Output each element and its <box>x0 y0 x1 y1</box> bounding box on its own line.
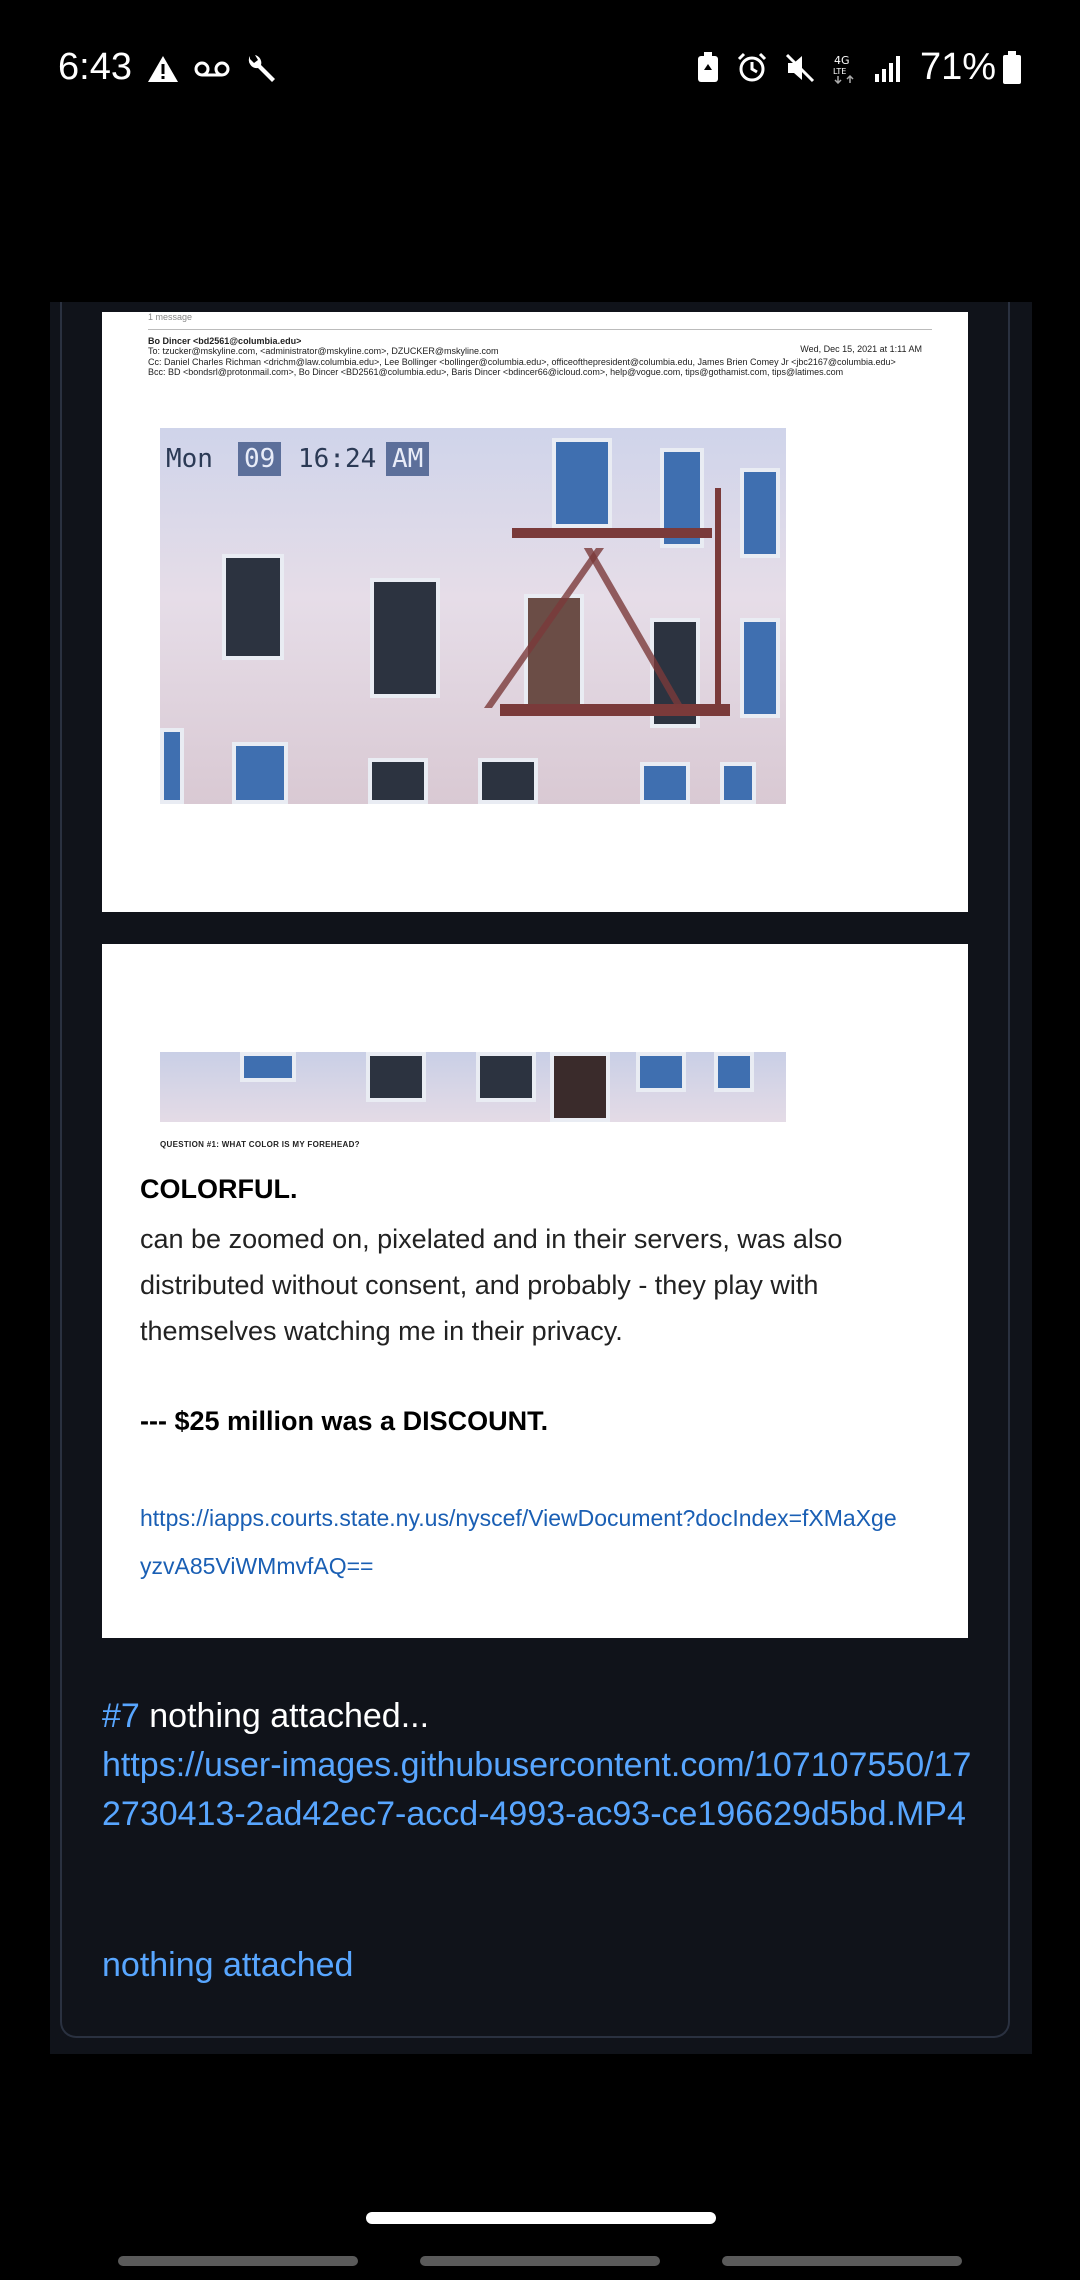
email-screenshot-page: 1 message Bo Dincer <bd2561@columbia.edu… <box>102 312 968 912</box>
nav-tab-right[interactable] <box>722 2256 962 2266</box>
signal-icon <box>875 56 900 82</box>
4g-lte-icon: 4GLTE <box>833 54 854 84</box>
clock: 6:43 <box>58 46 132 88</box>
battery-icon <box>1003 50 1021 84</box>
photo-day: Mon <box>166 444 213 474</box>
attachment-url-link[interactable]: https://user-images.githubusercontent.co… <box>102 1746 971 1833</box>
svg-text:LTE: LTE <box>833 67 846 76</box>
voicemail-icon <box>194 61 230 77</box>
divider <box>148 328 932 330</box>
email-date: Wed, Dec 15, 2021 at 1:11 AM <box>800 344 922 354</box>
nav-tab-left[interactable] <box>118 2256 358 2266</box>
status-left-icons <box>146 52 278 86</box>
email-header: 1 message Bo Dincer <bd2561@columbia.edu… <box>148 312 932 378</box>
battery-status: 71% <box>920 46 1022 89</box>
photo-ampm: AM <box>386 442 430 476</box>
discount-line: --- $25 million was a DISCOUNT. <box>140 1406 549 1436</box>
question-label: QUESTION #1: WHAT COLOR IS MY FOREHEAD? <box>160 1140 360 1149</box>
nothing-attached-link[interactable]: nothing attached <box>102 1946 353 1985</box>
warning-icon <box>148 56 178 82</box>
status-bar: 6:43 4G LTE 71% <box>0 0 1080 140</box>
battery-saver-icon <box>698 52 718 82</box>
home-gesture-bar[interactable] <box>366 2212 716 2224</box>
svg-text:4G: 4G <box>834 54 850 67</box>
photo-date: 09 <box>238 442 282 476</box>
court-document-link[interactable]: https://iapps.courts.state.ny.us/nyscef/… <box>140 1494 900 1590</box>
answer-body: can be zoomed on, pixelated and in their… <box>140 1224 843 1346</box>
document-page: QUESTION #1: WHAT COLOR IS MY FOREHEAD? … <box>102 944 968 1638</box>
nav-tab-center[interactable] <box>420 2256 660 2266</box>
email-cc: Cc: Daniel Charles Richman <drichm@law.c… <box>148 356 896 367</box>
battery-percent: 71% <box>919 46 996 88</box>
wrench-icon <box>248 55 275 82</box>
answer-heading: COLORFUL. <box>140 1174 298 1204</box>
comment-number-link[interactable]: #7 <box>102 1697 140 1735</box>
comment-7: #7 nothing attached... https://user-imag… <box>102 1692 982 1839</box>
message-count: 1 message <box>148 312 193 322</box>
building-photo: Mon 09 16:24 AM <box>160 428 786 804</box>
building-photo-strip <box>160 1052 786 1122</box>
alarm-icon <box>737 52 767 82</box>
status-right-icons: 4G LTE <box>696 52 904 84</box>
comment-text: nothing attached... <box>139 1697 430 1735</box>
email-bcc: Bcc: BD <bondsrl@protonmail.com>, Bo Din… <box>148 367 844 377</box>
mute-icon <box>785 53 815 83</box>
photo-time: 16:24 <box>298 444 377 474</box>
